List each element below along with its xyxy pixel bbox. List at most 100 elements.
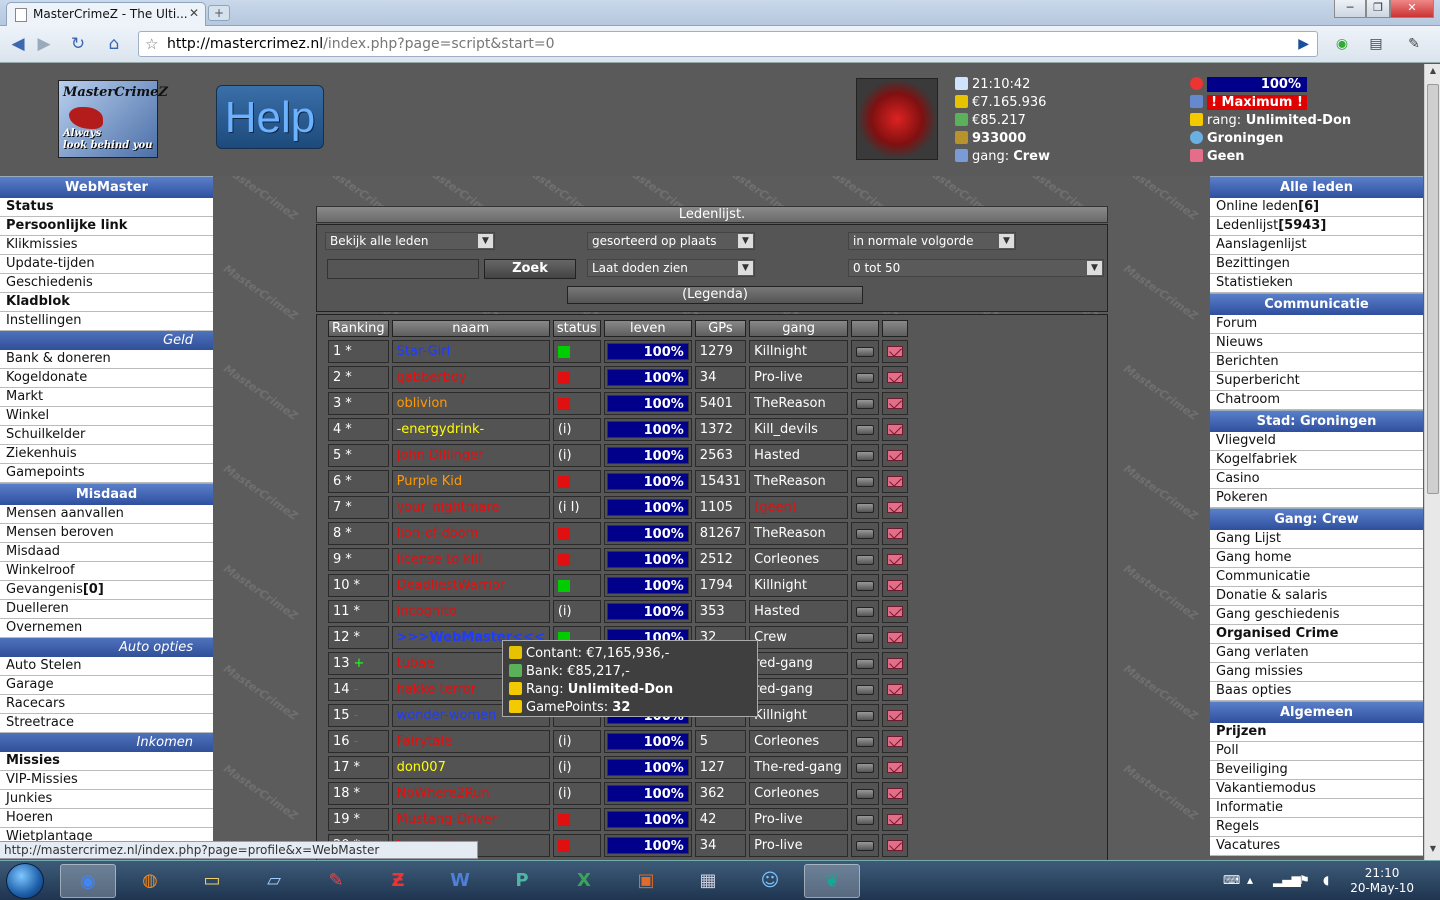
gang-link[interactable]: TheReason <box>754 474 826 489</box>
left-menu-item-duelleren[interactable]: Duelleren <box>0 600 213 619</box>
right-menu-item-donatie-salaris[interactable]: Donatie & salaris <box>1210 587 1423 606</box>
left-menu-item-overnemen[interactable]: Overnemen <box>0 619 213 638</box>
gun-icon[interactable] <box>856 710 875 721</box>
calculator-taskbar-icon[interactable]: ▦ <box>680 864 736 898</box>
gang-link[interactable]: TheReason <box>754 396 826 411</box>
left-menu-item-status[interactable]: Status <box>0 198 213 217</box>
right-menu-item-beveiliging[interactable]: Beveiliging <box>1210 761 1423 780</box>
left-menu-item-update-tijden[interactable]: Update-tijden <box>0 255 213 274</box>
envelope-icon[interactable] <box>887 788 904 799</box>
gang-link[interactable]: Pro-live <box>754 812 802 827</box>
chrome-taskbar-icon[interactable]: ◉ <box>60 864 116 898</box>
player-name-link[interactable]: don007 <box>397 760 446 775</box>
right-menu-item-kogelfabriek[interactable]: Kogelfabriek <box>1210 451 1423 470</box>
left-menu-item-junkies[interactable]: Junkies <box>0 790 213 809</box>
right-menu-item-aanslagenlijst[interactable]: Aanslagenlijst <box>1210 236 1423 255</box>
player-name-link[interactable]: Star-Girl <box>397 344 451 359</box>
messenger-taskbar-icon[interactable]: ☺ <box>742 864 798 898</box>
player-name-link[interactable]: lion-of-doom <box>397 526 479 541</box>
gang-link[interactable]: Corleones <box>754 552 819 567</box>
browser-tab[interactable]: MasterCrimeZ - The Ulti... ✕ <box>6 2 206 26</box>
explorer-taskbar-icon[interactable]: ▭ <box>184 864 240 898</box>
player-name-link[interactable]: DeadliestWarrior <box>397 578 506 593</box>
left-menu-item-gevangenis[interactable]: Gevangenis[0] <box>0 581 213 600</box>
gang-link[interactable]: TheReason <box>754 526 826 541</box>
right-menu-item-gang-missies[interactable]: Gang missies <box>1210 663 1423 682</box>
gun-icon[interactable] <box>856 580 875 591</box>
gun-icon[interactable] <box>856 814 875 825</box>
gang-link[interactable]: Killnight <box>754 344 807 359</box>
player-name-link[interactable]: hakke terror <box>397 682 477 697</box>
word-taskbar-icon[interactable]: W <box>432 864 488 898</box>
envelope-icon[interactable] <box>887 684 904 695</box>
envelope-icon[interactable] <box>887 554 904 565</box>
column-header[interactable]: naam <box>391 320 550 337</box>
gang-link[interactable]: Killnight <box>754 708 807 723</box>
gang-link[interactable]: Corleones <box>754 786 819 801</box>
right-menu-item-poll[interactable]: Poll <box>1210 742 1423 761</box>
player-name-link[interactable]: wonder-women <box>397 708 497 723</box>
player-name-link[interactable]: NoWhere2Run <box>397 786 490 801</box>
left-menu-item-racecars[interactable]: Racecars <box>0 695 213 714</box>
scroll-thumb[interactable] <box>1427 84 1439 494</box>
right-menu-item-vacatures[interactable]: Vacatures <box>1210 837 1423 856</box>
column-header[interactable]: Ranking <box>328 320 389 337</box>
gang-link[interactable]: Hasted <box>754 448 800 463</box>
gun-icon[interactable] <box>856 736 875 747</box>
gang-link[interactable]: red-gang <box>754 656 813 671</box>
close-window-button[interactable]: ✕ <box>1390 0 1434 18</box>
gun-icon[interactable] <box>856 788 875 799</box>
scroll-down-icon[interactable]: ▼ <box>1427 844 1439 858</box>
column-header[interactable] <box>882 320 909 337</box>
left-menu-item-ziekenhuis[interactable]: Ziekenhuis <box>0 445 213 464</box>
right-menu-item-prijzen[interactable]: Prijzen <box>1210 723 1423 742</box>
left-menu-item-auto-stelen[interactable]: Auto Stelen <box>0 657 213 676</box>
left-menu-item-winkelroof[interactable]: Winkelroof <box>0 562 213 581</box>
bookmark-star-icon[interactable]: ☆ <box>145 32 158 56</box>
envelope-icon[interactable] <box>887 658 904 669</box>
right-menu-item-communicatie[interactable]: Communicatie <box>1210 568 1423 587</box>
left-menu-item-streetrace[interactable]: Streetrace <box>0 714 213 733</box>
column-header[interactable]: leven <box>603 320 692 337</box>
flag-icon[interactable]: ⚑ <box>1299 873 1310 887</box>
right-menu-item-vliegveld[interactable]: Vliegveld <box>1210 432 1423 451</box>
envelope-icon[interactable] <box>887 814 904 825</box>
home-icon[interactable]: ⌂ <box>102 32 126 56</box>
gun-icon[interactable] <box>856 372 875 383</box>
start-button[interactable] <box>6 863 44 899</box>
right-menu-item-chatroom[interactable]: Chatroom <box>1210 391 1423 410</box>
player-name-link[interactable]: John Dillinger <box>397 448 484 463</box>
right-menu-item-casino[interactable]: Casino <box>1210 470 1423 489</box>
powerpoint-taskbar-icon[interactable]: ▣ <box>618 864 674 898</box>
envelope-icon[interactable] <box>887 580 904 591</box>
search-button[interactable]: Zoek <box>484 259 576 279</box>
right-menu-item-gang-lijst[interactable]: Gang Lijst <box>1210 530 1423 549</box>
envelope-icon[interactable] <box>887 710 904 721</box>
right-menu-item-informatie[interactable]: Informatie <box>1210 799 1423 818</box>
right-menu-item-nieuws[interactable]: Nieuws <box>1210 334 1423 353</box>
gang-link[interactable]: Crew <box>754 630 787 645</box>
publisher-taskbar-icon[interactable]: P <box>494 864 550 898</box>
left-menu-item-geschiedenis[interactable]: Geschiedenis <box>0 274 213 293</box>
left-menu-item-klikmissies[interactable]: Klikmissies <box>0 236 213 255</box>
reload-icon[interactable]: ↻ <box>66 32 90 56</box>
player-name-link[interactable]: gabberboy <box>397 370 467 385</box>
player-name-link[interactable]: -energydrink- <box>397 422 485 437</box>
envelope-icon[interactable] <box>887 424 904 435</box>
left-menu-item-gamepoints[interactable]: Gamepoints <box>0 464 213 483</box>
column-header[interactable] <box>851 320 880 337</box>
firefox-taskbar-icon[interactable]: ◍ <box>122 864 178 898</box>
player-name-link[interactable]: oblivion <box>397 396 448 411</box>
envelope-icon[interactable] <box>887 450 904 461</box>
right-menu-item-baas-opties[interactable]: Baas opties <box>1210 682 1423 701</box>
left-menu-item-garage[interactable]: Garage <box>0 676 213 695</box>
paint-taskbar-icon[interactable]: ✎ <box>308 864 364 898</box>
left-menu-item-hoeren[interactable]: Hoeren <box>0 809 213 828</box>
close-tab-icon[interactable]: ✕ <box>189 6 199 20</box>
maximize-button[interactable]: ❐ <box>1366 0 1390 18</box>
right-menu-item-vakantiemodus[interactable]: Vakantiemodus <box>1210 780 1423 799</box>
envelope-icon[interactable] <box>887 762 904 773</box>
search-input[interactable] <box>327 259 479 279</box>
gun-icon[interactable] <box>856 554 875 565</box>
site-logo[interactable]: MasterCrimeZ Always look behind you <box>58 80 168 158</box>
